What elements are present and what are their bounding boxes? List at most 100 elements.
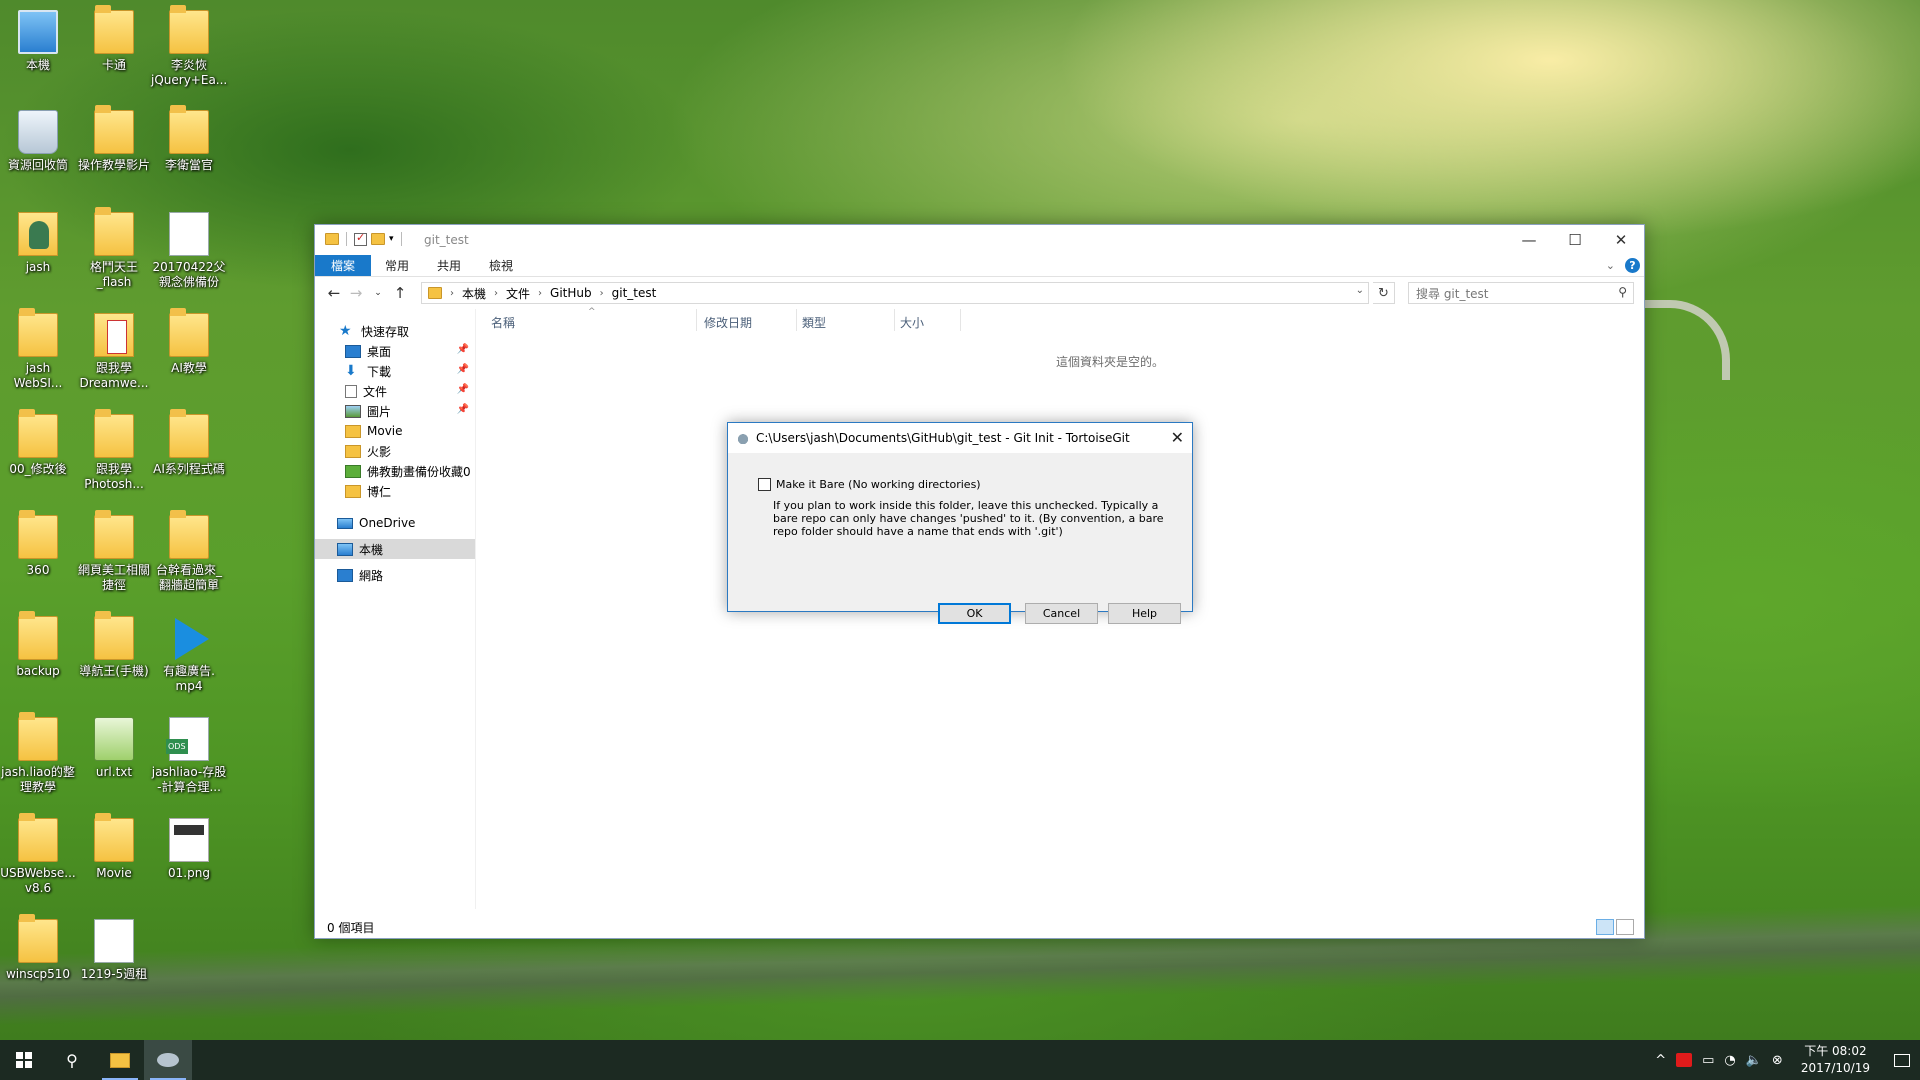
desktop-icon-tutorial-videos[interactable]: 操作教學影片 — [76, 105, 152, 173]
nav-quick-access[interactable]: ★ 快速存取 — [315, 321, 475, 341]
desktop-icon-url-txt[interactable]: url.txt — [76, 717, 152, 780]
bare-checkbox-label[interactable]: Make it Bare (No working directories) — [776, 478, 981, 491]
nav-item-desktop[interactable]: 桌面 📌 — [315, 341, 475, 361]
help-button[interactable]: Help — [1108, 603, 1181, 624]
properties-icon[interactable] — [354, 231, 367, 246]
chevron-right-icon[interactable]: › — [450, 288, 454, 299]
tab-view[interactable]: 檢視 — [475, 255, 527, 276]
desktop-icon-winscp[interactable]: winscp510 — [0, 914, 76, 982]
cancel-button[interactable]: Cancel — [1025, 603, 1098, 624]
desktop-icon-jash-websi[interactable]: jash WebSI... — [0, 308, 76, 391]
nav-item-pictures[interactable]: 圖片 📌 — [315, 401, 475, 421]
up-arrow-icon[interactable]: ↑ — [389, 284, 411, 302]
chevron-right-icon[interactable]: › — [538, 288, 542, 299]
desktop-icon-20170422[interactable]: 20170422父 親念佛備份 — [151, 212, 227, 290]
start-button[interactable] — [0, 1040, 48, 1080]
column-name[interactable]: 名稱 — [491, 314, 515, 331]
breadcrumb-github[interactable]: GitHub — [550, 286, 592, 300]
chevron-right-icon[interactable]: › — [600, 288, 604, 299]
nav-network[interactable]: 網路 — [315, 565, 475, 585]
ok-button[interactable]: OK — [938, 603, 1011, 624]
app-tray-icon[interactable] — [1676, 1053, 1693, 1067]
nav-this-pc[interactable]: 本機 — [315, 539, 475, 559]
notification-icon[interactable] — [1894, 1053, 1910, 1067]
desktop-icon-this-pc[interactable]: 本機 — [0, 10, 76, 73]
pin-icon[interactable]: 📌 — [457, 364, 469, 375]
address-bar[interactable]: › 本機 › 文件 › GitHub › git_test ⌄ — [421, 282, 1369, 304]
column-divider[interactable] — [960, 309, 961, 331]
column-size[interactable]: 大小 — [900, 314, 924, 331]
desktop-icon-jash-tutorial[interactable]: jash.liao的整 理教學 — [0, 712, 76, 795]
breadcrumb-this-pc[interactable]: 本機 — [462, 285, 486, 302]
desktop-icon-photoshop[interactable]: 跟我學 Photosh... — [76, 409, 152, 492]
explorer-titlebar[interactable]: ▾ git_test — ☐ ✕ — [315, 225, 1644, 255]
volume-icon[interactable]: 🔈 — [1746, 1053, 1762, 1068]
wifi-icon[interactable]: ◔ — [1724, 1053, 1735, 1068]
desktop-icon-1219[interactable]: 1219-5週租 — [76, 919, 152, 982]
column-type[interactable]: 類型 — [802, 314, 826, 331]
chevron-up-icon[interactable]: ^ — [1655, 1053, 1666, 1068]
taskbar-file-explorer[interactable] — [96, 1040, 144, 1080]
close-button[interactable]: ✕ — [1598, 225, 1644, 255]
column-divider[interactable] — [696, 309, 697, 331]
desktop-icon-mp4[interactable]: 有趣廣告. mp4 — [151, 616, 227, 694]
dialog-titlebar[interactable]: C:\Users\jash\Documents\GitHub\git_test … — [728, 423, 1192, 453]
desktop-icon-360[interactable]: 360 — [0, 510, 76, 578]
taskbar-tortoisegit[interactable] — [144, 1040, 192, 1080]
desktop-icon-liwei[interactable]: 李衛當官 — [151, 105, 227, 173]
search-input[interactable]: 搜尋 git_test ⚲ — [1408, 282, 1634, 304]
tab-share[interactable]: 共用 — [423, 255, 475, 276]
maximize-button[interactable]: ☐ — [1552, 225, 1598, 255]
desktop-icon-vpn[interactable]: 台幹看過來_ 翻牆超簡單 — [151, 510, 227, 593]
new-folder-icon[interactable] — [371, 233, 385, 245]
desktop-icon-00-modified[interactable]: 00_修改後 — [0, 409, 76, 477]
tab-file[interactable]: 檔案 — [315, 255, 372, 276]
large-icons-view-icon[interactable] — [1616, 919, 1634, 935]
desktop-icon-web-design-shortcut[interactable]: 網頁美工相關 捷徑 — [76, 510, 152, 593]
column-date-modified[interactable]: 修改日期 — [704, 314, 752, 331]
input-method-icon[interactable]: ⊗ — [1772, 1053, 1783, 1068]
pin-icon[interactable]: 📌 — [457, 344, 469, 355]
dialog-close-button[interactable]: ✕ — [1171, 428, 1184, 447]
bare-checkbox[interactable] — [758, 478, 771, 491]
refresh-button[interactable]: ↻ — [1373, 282, 1395, 304]
nav-onedrive[interactable]: OneDrive — [315, 513, 475, 533]
desktop-icon-jquery[interactable]: 李炎恢 jQuery+Ea... — [151, 5, 227, 88]
desktop-icon-recycle-bin[interactable]: 資源回收筒 — [0, 110, 76, 173]
column-divider[interactable] — [894, 309, 895, 331]
desktop-icon-usbwebserver[interactable]: USBWebse... v8.6 — [0, 813, 76, 896]
desktop-icon-movie[interactable]: Movie — [76, 813, 152, 881]
customize-toolbar-icon[interactable]: ▾ — [389, 234, 394, 244]
minimize-button[interactable]: — — [1506, 225, 1552, 255]
nav-item-buddhist-animation[interactable]: 佛教動畫備份收藏0 — [315, 461, 475, 481]
desktop-icon-kof-flash[interactable]: 格鬥天王 _flash — [76, 207, 152, 290]
nav-item-movie[interactable]: Movie — [315, 421, 475, 441]
details-view-icon[interactable] — [1596, 919, 1614, 935]
recent-locations-icon[interactable]: ⌄ — [367, 288, 389, 298]
column-divider[interactable] — [796, 309, 797, 331]
desktop-icon-dreamweaver[interactable]: 跟我學 Dreamwe... — [76, 313, 152, 391]
clock[interactable]: 下午 08:02 2017/10/19 — [1801, 1043, 1870, 1077]
tab-home[interactable]: 常用 — [371, 255, 423, 276]
nav-item-boren[interactable]: 博仁 — [315, 481, 475, 501]
desktop-icon-jash[interactable]: jash — [0, 212, 76, 275]
pin-icon[interactable]: 📌 — [457, 404, 469, 415]
back-arrow-icon[interactable]: ← — [323, 284, 345, 302]
nav-item-documents[interactable]: 文件 📌 — [315, 381, 475, 401]
pin-icon[interactable]: 📌 — [457, 384, 469, 395]
address-dropdown-icon[interactable]: ⌄ — [1356, 285, 1364, 296]
nav-item-downloads[interactable]: ⬇ 下載 📌 — [315, 361, 475, 381]
breadcrumb-git-test[interactable]: git_test — [612, 286, 657, 300]
desktop-icon-ai-code[interactable]: AI系列程式碼 — [151, 409, 227, 477]
breadcrumb-documents[interactable]: 文件 — [506, 285, 530, 302]
desktop-icon-navking[interactable]: 導航王(手機) — [76, 611, 152, 679]
expand-ribbon-icon[interactable]: ⌄ — [1606, 259, 1615, 272]
help-icon[interactable]: ? — [1625, 258, 1640, 273]
desktop-icon-backup[interactable]: backup — [0, 611, 76, 679]
nav-item-naruto[interactable]: 火影 — [315, 441, 475, 461]
battery-icon[interactable]: ▭ — [1702, 1053, 1714, 1068]
desktop-icon-ai-tutorial[interactable]: AI教學 — [151, 308, 227, 376]
desktop-icon-png[interactable]: 01.png — [151, 818, 227, 881]
chevron-right-icon[interactable]: › — [494, 288, 498, 299]
desktop-icon-ods[interactable]: jashliao-存股 -計算合理... — [151, 717, 227, 795]
